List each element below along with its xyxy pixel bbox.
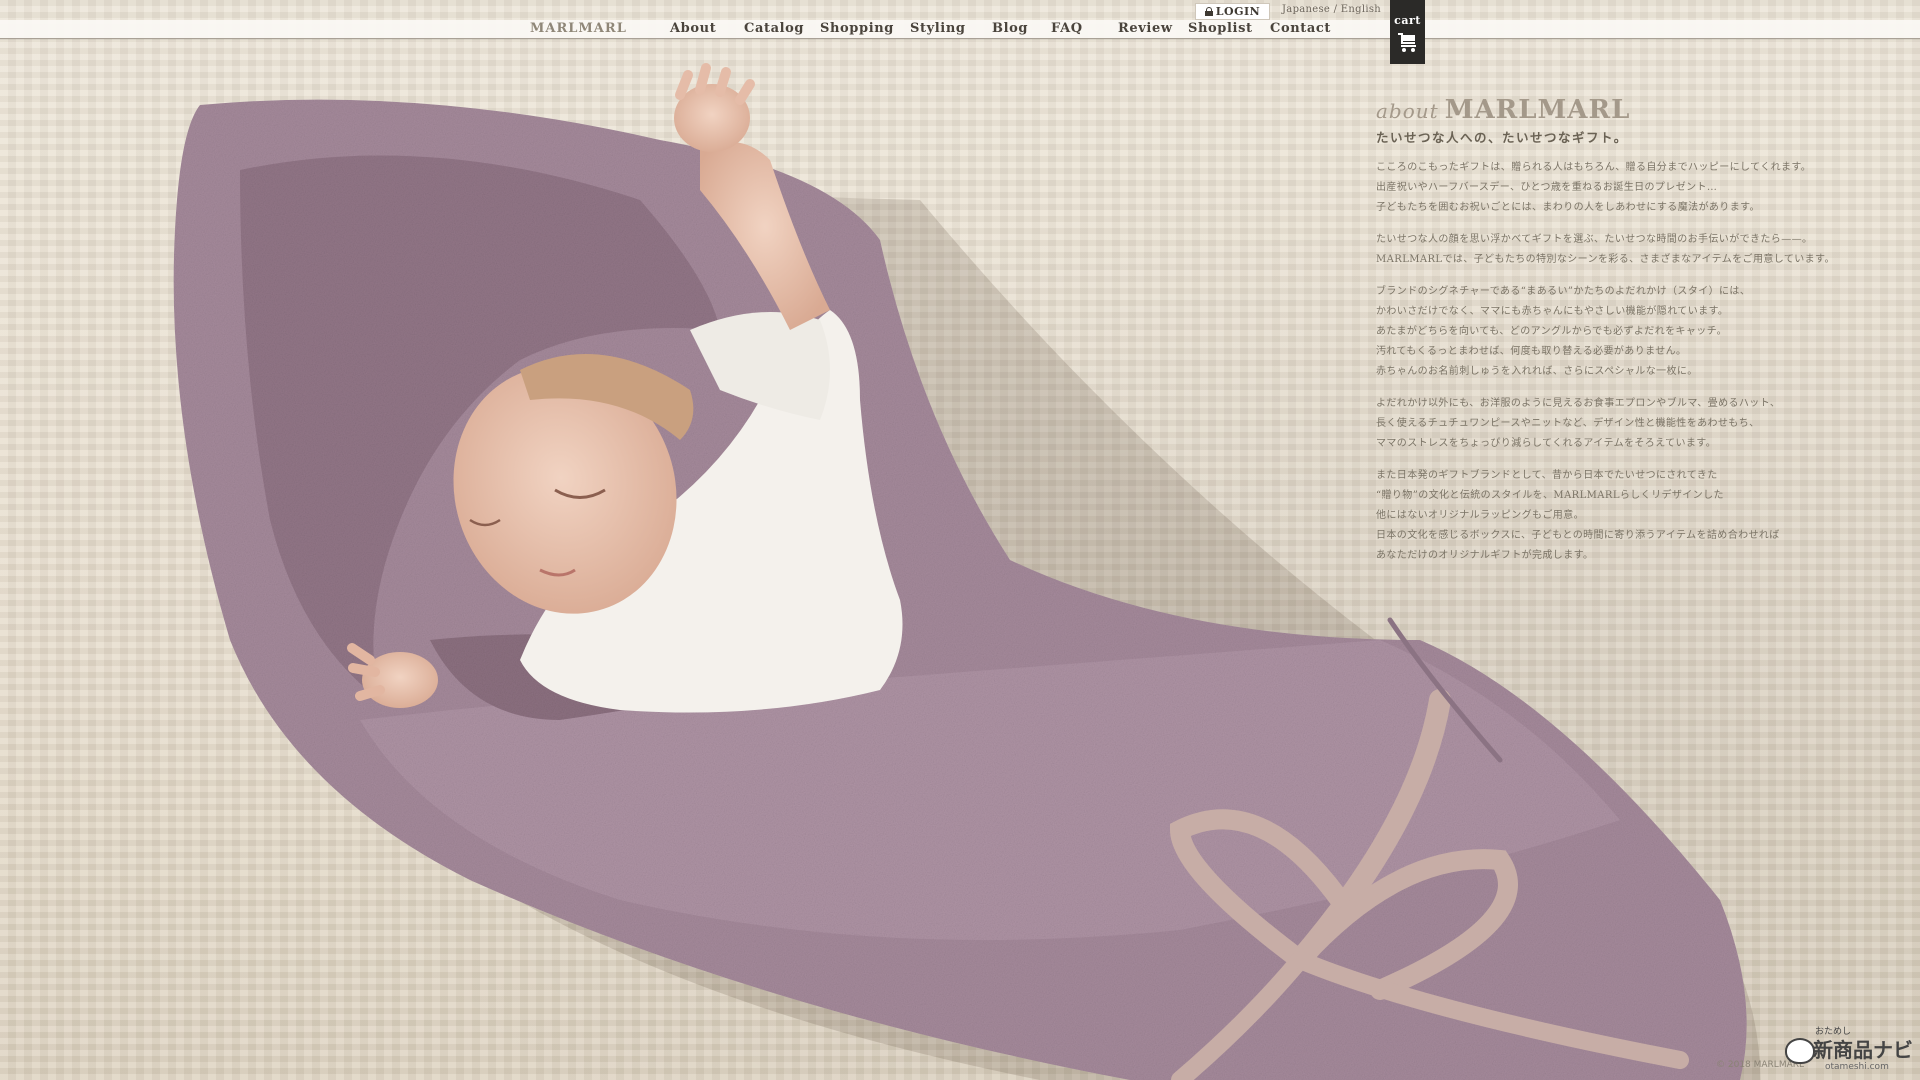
cart-button[interactable]: cart [1390, 0, 1425, 64]
about-title-prefix: about [1376, 99, 1439, 123]
nav-styling[interactable]: Styling [910, 21, 992, 39]
language-switcher: Japanese / English [1282, 4, 1381, 15]
nav-shopping[interactable]: Shopping [820, 21, 910, 39]
watermark-main: 新商品ナビ [1813, 1038, 1913, 1062]
main-nav: About Catalog Shopping Styling Blog FAQ … [670, 21, 1340, 39]
about-line: 汚れてもくるっとまわせば、何度も取り替える必要がありません。 [1376, 346, 1687, 357]
about-title-brand: MARLMARL [1444, 95, 1631, 125]
about-paragraph-5: また日本発のギフトブランドとして、昔から日本でたいせつにされてきた “贈り物”の… [1376, 466, 1896, 566]
nav-catalog[interactable]: Catalog [744, 21, 820, 39]
about-line: たいせつな人の顔を思い浮かべてギフトを選ぶ、たいせつな時間のお手伝いができたら—… [1376, 234, 1813, 245]
lang-english[interactable]: English [1341, 4, 1381, 15]
about-subtitle: たいせつな人への、たいせつなギフト。 [1376, 130, 1628, 145]
lang-separator: / [1330, 4, 1341, 15]
about-line: ブランドのシグネチャーである“まあるい”かたちのよだれかけ（スタイ）には、 [1376, 286, 1751, 297]
nav-blog[interactable]: Blog [992, 21, 1051, 39]
about-line: かわいさだけでなく、ママにも赤ちゃんにもやさしい機能が隠れています。 [1376, 306, 1729, 317]
about-line: ママのストレスをちょっぴり減らしてくれるアイテムをそろえています。 [1376, 438, 1717, 449]
about-line: MARLMARLでは、子どもたちの特別なシーンを彩る、さまざまなアイテムをご用意… [1376, 254, 1835, 265]
nav-contact[interactable]: Contact [1270, 21, 1340, 39]
cart-label: cart [1394, 14, 1421, 27]
about-line: こころのこもったギフトは、贈られる人はもちろん、贈る自分までハッピーにしてくれま… [1376, 162, 1812, 173]
nav-shoplist[interactable]: Shoplist [1188, 21, 1270, 39]
watermark-url: otameshi.com [1825, 1062, 1889, 1072]
about-line: 赤ちゃんのお名前刺しゅうを入れれば、さらにスペシャルな一枚に。 [1376, 366, 1698, 377]
about-paragraph-3: ブランドのシグネチャーである“まあるい”かたちのよだれかけ（スタイ）には、 かわ… [1376, 282, 1896, 382]
about-line: “贈り物”の文化と伝統のスタイルを、MARLMARLらしくリデザインした [1376, 490, 1724, 501]
about-line: また日本発のギフトブランドとして、昔から日本でたいせつにされてきた [1376, 470, 1718, 481]
about-line: 日本の文化を感じるボックスに、子どもとの時間に寄り添うアイテムを詰め合わせれば [1376, 530, 1780, 541]
about-line: 子どもたちを囲むお祝いごとには、まわりの人をしあわせにする魔法があります。 [1376, 202, 1760, 213]
nav-review[interactable]: Review [1118, 21, 1188, 39]
about-paragraph-2: たいせつな人の顔を思い浮かべてギフトを選ぶ、たいせつな時間のお手伝いができたら—… [1376, 230, 1896, 270]
about-line: 出産祝いやハーフバースデー、ひとつ歳を重ねるお誕生日のプレゼント… [1376, 182, 1718, 193]
brand-logo[interactable]: MARLMARL [530, 21, 627, 36]
about-paragraph-4: よだれかけ以外にも、お洋服のように見えるお食事エプロンやブルマ、畳めるハット、 … [1376, 394, 1896, 454]
about-paragraph-1: こころのこもったギフトは、贈られる人はもちろん、贈る自分までハッピーにしてくれま… [1376, 158, 1896, 218]
about-title: about MARLMARL [1376, 96, 1896, 125]
nav-about[interactable]: About [670, 21, 744, 39]
lang-japanese[interactable]: Japanese [1282, 4, 1330, 15]
login-button[interactable]: LOGIN [1195, 3, 1270, 20]
login-label: LOGIN [1215, 5, 1261, 18]
lock-icon [1204, 7, 1213, 16]
about-line: 長く使えるチュチュワンピースやニットなど、デザイン性と機能性をあわせもち、 [1376, 418, 1760, 429]
nav-faq[interactable]: FAQ [1051, 21, 1118, 39]
about-section: about MARLMARL たいせつな人への、たいせつなギフト。 こころのこもっ… [1376, 96, 1896, 566]
about-line: よだれかけ以外にも、お洋服のように見えるお食事エプロンやブルマ、畳めるハット、 [1376, 398, 1781, 409]
mascot-icon [1785, 1038, 1815, 1064]
about-line: あなただけのオリジナルギフトが完成します。 [1376, 550, 1594, 561]
about-line: あたまがどちらを向いても、どのアングルからでも必ずよだれをキャッチ。 [1376, 326, 1727, 337]
shopping-cart-icon [1398, 33, 1416, 52]
about-line: 他にはないオリジナルラッピングもご用意。 [1376, 510, 1584, 521]
site-watermark: おためし 新商品ナビ otameshi.com [1785, 1024, 1915, 1074]
